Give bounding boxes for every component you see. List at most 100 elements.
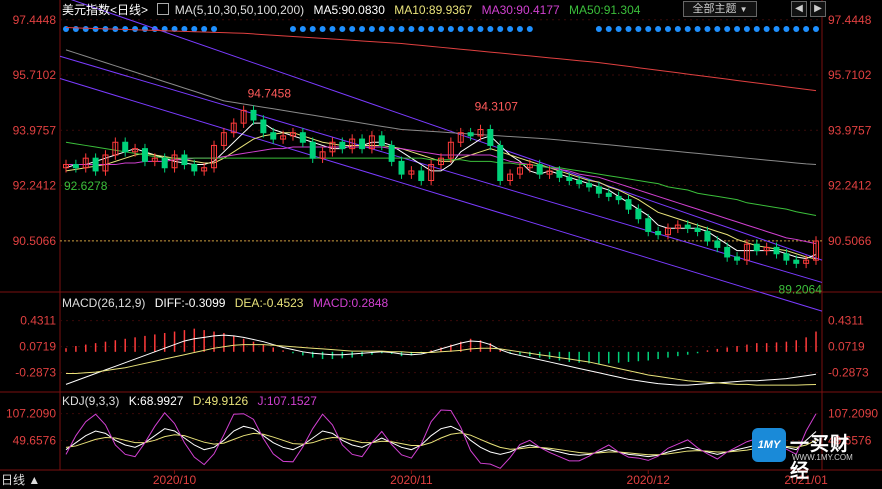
signal-dot [447,26,454,32]
price-axis-label-right: 97.4448 [828,13,872,27]
signal-dot [359,26,366,32]
signal-dot [141,26,148,32]
high-annotation-2: 94.3107 [475,99,519,113]
signal-dot [201,26,208,32]
candle-body [299,132,306,143]
signal-dot [191,26,198,32]
candle-body [181,154,188,166]
logo-url: WWW.1MY.COM [792,453,853,462]
next-button[interactable]: ▶ [810,1,826,17]
candle-body [270,132,277,140]
candle-body [72,164,79,169]
price-axis-label-right: 93.9757 [828,123,872,137]
ma5-value: MA5:90.0830 [313,3,385,17]
signal-dot [724,26,731,32]
candle-body [724,246,731,258]
signal-dot [645,26,652,32]
candle-body [753,243,760,252]
price-axis-label-right: 92.2412 [828,179,872,193]
price-axis-label-right: 90.5066 [828,234,872,248]
prev-button[interactable]: ◀ [791,1,807,17]
signal-dot [674,26,681,32]
ma-toggle-icon[interactable] [157,3,170,15]
period-tab[interactable]: 日线 ▲ [1,472,40,488]
high-annotation-1: 94.7458 [248,87,292,101]
signal-dot [753,26,760,32]
candle-body [309,141,316,159]
candle-body [467,132,474,137]
ma-line-ma100 [65,49,817,166]
ma30-value: MA30:90.4177 [481,3,560,17]
candle-body [487,129,494,146]
candle-body [576,179,583,185]
candle-body [388,144,395,162]
logo-badge: 1MY [752,428,786,462]
candle-body [635,208,642,220]
signal-dot [418,26,425,32]
chart-canvas: 97.4448 97.4448 95.7102 95.7102 93.9757 93.97… [0,0,882,487]
signal-dot [339,26,346,32]
signal-dot [309,26,316,32]
signal-dot [773,26,780,32]
candle-body [714,240,721,248]
macd-diff: DIFF:-0.3099 [154,296,226,310]
signal-dot [664,26,671,32]
signal-dot [211,26,218,32]
kdj-line-j [65,409,817,469]
kdj-panel-header: KDJ(9,3,3) K:68.9927 D:49.9126 J:107.152… [62,394,323,408]
macd-axis-label-left: -0.2873 [15,366,56,380]
instrument-title: 美元指数<日线> [62,3,149,17]
signal-dot [526,26,533,32]
signal-dot [299,26,306,32]
signal-dot [734,26,741,32]
signal-dot [625,26,632,32]
kdj-d: D:49.9126 [192,394,249,408]
candle-body [605,192,612,197]
candle-body [161,157,168,169]
chevron-down-icon: ▼ [739,5,748,14]
signal-dot [635,26,642,32]
theme-label: 全部主题 [692,3,737,15]
macd-line-diff [65,334,817,386]
signal-dot [428,26,435,32]
candle-body [773,246,780,255]
chart-stage: 97.4448 97.4448 95.7102 95.7102 93.9757 93.97… [0,0,882,489]
signal-dot [743,26,750,32]
signal-dot [714,26,721,32]
signal-dot [704,26,711,32]
price-panel-header: 美元指数<日线> MA(5,10,30,50,100,200) MA5:90.0… [62,1,646,18]
price-axis-label-left: 93.9757 [13,123,57,137]
candle-body [122,141,129,153]
candle-body [92,157,99,172]
signal-dot [507,26,514,32]
macd-axis-label-right: 0.0719 [828,340,865,354]
signal-dot [694,26,701,32]
candle-body [595,186,602,194]
kdj-j: J:107.1527 [257,394,317,408]
candle-body [359,138,366,150]
price-axis-label-left: 95.7102 [13,68,57,82]
signal-dot [615,26,622,32]
signal-dot [132,26,139,32]
kdj-name: KDJ(9,3,3) [62,394,120,408]
theme-dropdown[interactable]: 全部主题 ▼ [683,1,757,17]
candle-body [615,195,622,201]
signal-dot [378,26,385,32]
signal-dot [783,26,790,32]
signal-dot [398,26,405,32]
signal-dot [793,26,800,32]
macd-name: MACD(26,12,9) [62,296,146,310]
signal-dot [368,26,375,32]
candle-body [250,109,257,121]
candle-body [339,141,346,150]
x-axis-label: 2020/11 [390,473,433,487]
signal-dot [457,26,464,32]
chevron-right-icon: ▶ [814,3,822,14]
signal-dot [329,26,336,32]
signal-dot [477,26,484,32]
x-axis-label: 2020/10 [153,473,197,487]
chevron-left-icon: ◀ [795,3,803,14]
candle-body [536,164,543,175]
signal-dot [655,26,662,32]
candle-body [418,170,425,181]
